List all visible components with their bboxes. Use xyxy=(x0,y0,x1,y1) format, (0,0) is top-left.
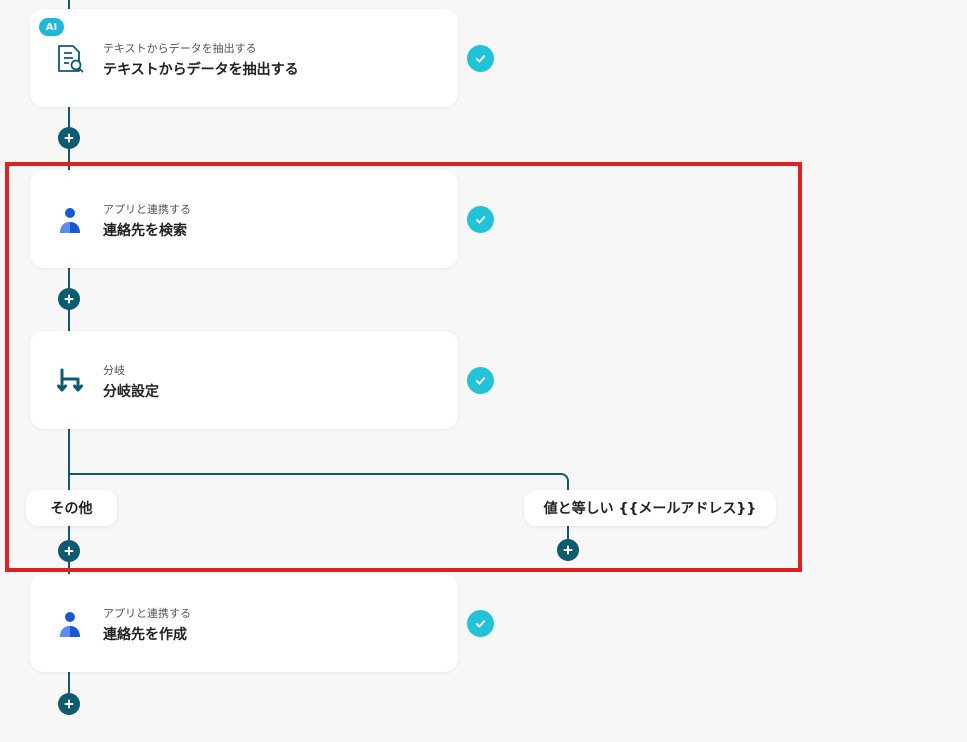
step-card-search-contact[interactable]: アプリと連携する 連絡先を検索 xyxy=(30,170,458,268)
branch-connector-line xyxy=(68,473,562,475)
branch-label-other[interactable]: その他 xyxy=(26,490,117,526)
step-subtitle: 分岐 xyxy=(103,364,125,377)
add-step-button[interactable] xyxy=(58,288,80,310)
check-icon xyxy=(467,610,494,637)
step-card-extract[interactable]: テキストからデータを抽出する テキストからデータを抽出する xyxy=(30,9,458,107)
add-step-button[interactable] xyxy=(58,693,80,715)
step-title: テキストからデータを抽出する xyxy=(103,62,299,78)
step-title: 分岐設定 xyxy=(103,384,159,400)
step-title: 連絡先を検索 xyxy=(103,223,187,239)
step-title: 連絡先を作成 xyxy=(103,627,187,643)
check-icon xyxy=(467,45,494,72)
check-icon xyxy=(467,367,494,394)
branch-label-equals[interactable]: 値と等しい {{メールアドレス}} xyxy=(524,490,776,526)
step-card-branch[interactable]: 分岐 分岐設定 xyxy=(30,331,458,429)
add-step-button[interactable] xyxy=(58,127,80,149)
add-step-button[interactable] xyxy=(58,540,80,562)
check-icon xyxy=(467,206,494,233)
person-icon xyxy=(54,608,86,640)
connector-line xyxy=(68,428,70,492)
step-card-create-contact[interactable]: アプリと連携する 連絡先を作成 xyxy=(30,574,458,672)
step-subtitle: アプリと連携する xyxy=(103,607,191,620)
step-subtitle: アプリと連携する xyxy=(103,203,191,216)
person-icon xyxy=(54,204,86,236)
add-branch-step-button[interactable] xyxy=(557,539,579,561)
step-subtitle: テキストからデータを抽出する xyxy=(103,42,257,55)
ai-badge: AI xyxy=(39,18,64,36)
branch-icon xyxy=(54,365,86,397)
document-search-icon xyxy=(54,43,86,75)
